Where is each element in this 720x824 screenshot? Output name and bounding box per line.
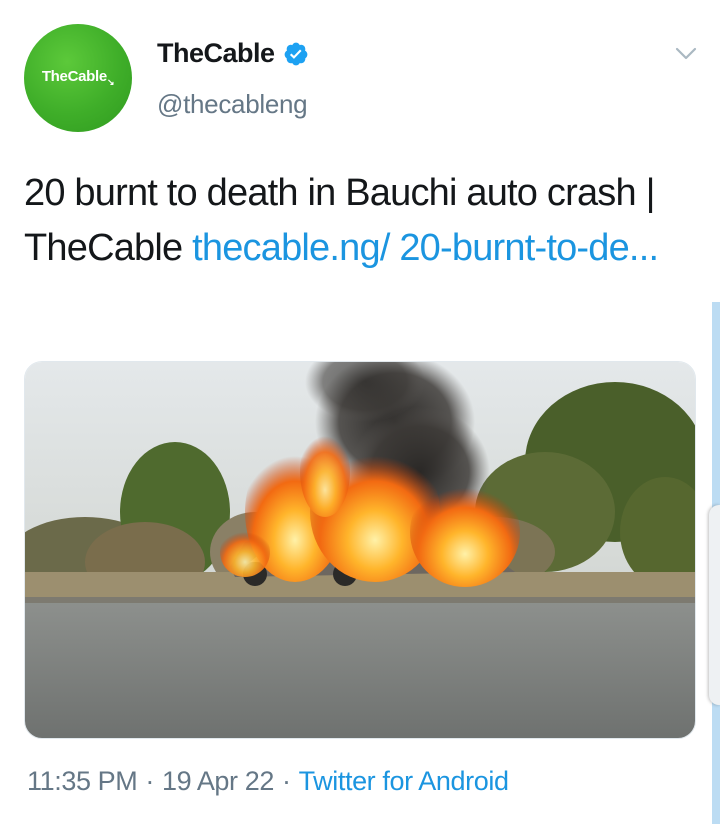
meta-separator: · [281,766,291,796]
chevron-down-icon [675,47,697,60]
meta-separator: · [145,766,154,796]
scrollbar-thumb[interactable] [709,505,720,705]
account-handle[interactable]: @thecableng [157,89,308,120]
tweet-link[interactable]: thecable.ng/ 20-burnt-to-de... [192,227,659,269]
tweet-source-link[interactable]: Twitter for Android [299,766,509,796]
avatar-logo-text: TheCable↘ [41,68,115,87]
tweet-meta: 11:35 PM · 19 Apr 22 · Twitter for Android [27,766,509,797]
display-name-text: TheCable [157,38,275,68]
tweet-image[interactable] [24,361,696,739]
tweet-date[interactable]: 19 Apr 22 [162,766,274,796]
more-options-button[interactable] [670,40,702,68]
display-name[interactable]: TheCable [157,38,309,69]
photo-burning-car [25,362,695,738]
tweet-time[interactable]: 11:35 PM [27,766,138,796]
avatar[interactable]: TheCable↘ [24,24,132,132]
verified-badge-icon [284,42,307,65]
tweet-text: 20 burnt to death in Bauchi auto crash |… [24,166,684,276]
